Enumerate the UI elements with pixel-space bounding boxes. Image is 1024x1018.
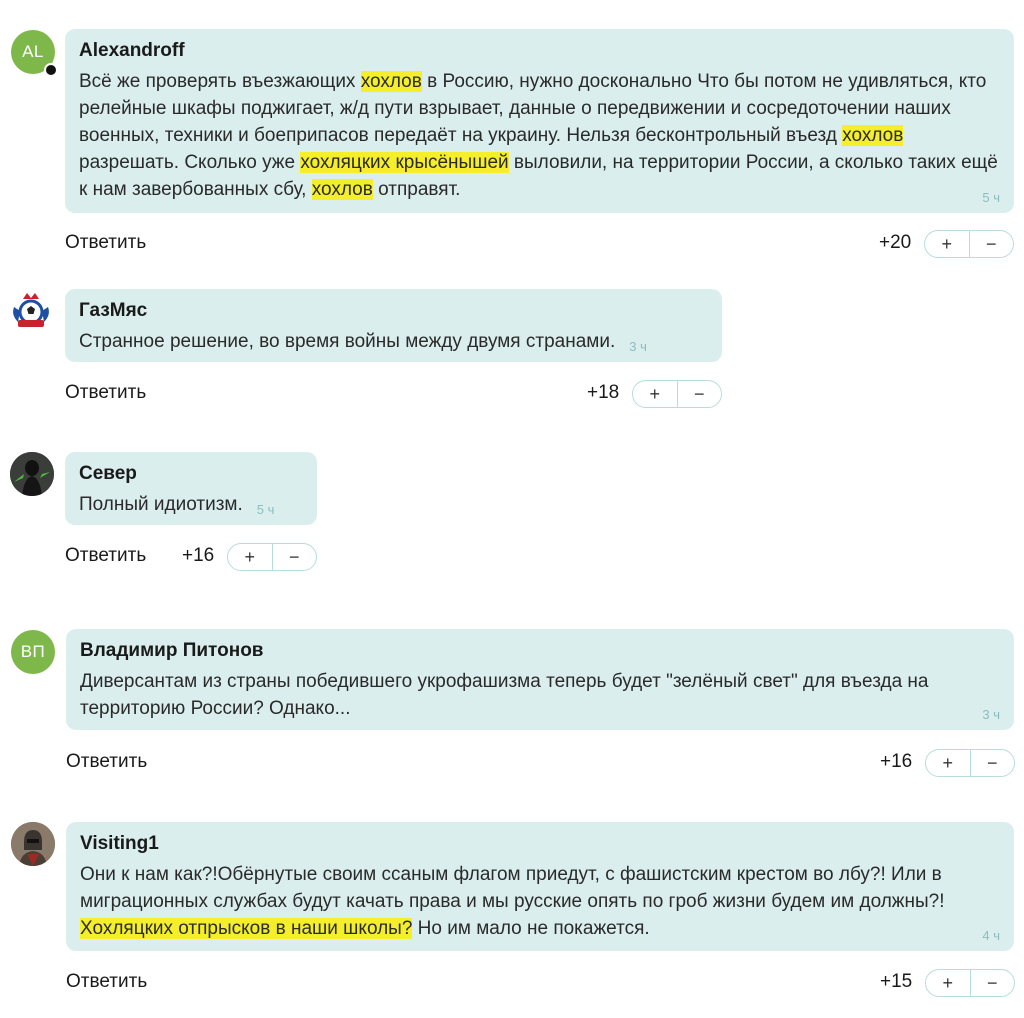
comment-text: Странное решение, во время войны между д… [79, 331, 616, 352]
vote-control: + − [925, 749, 1015, 777]
comment-text-row: Странное решение, во время войны между д… [79, 328, 708, 360]
upvote-button[interactable]: + [926, 750, 970, 776]
avatar[interactable] [11, 822, 55, 866]
downvote-button[interactable]: − [968, 231, 1014, 257]
comment-text: Они к нам как?!Обёрнутые своим ссаным фл… [80, 861, 1000, 942]
reply-button[interactable]: Ответить [66, 751, 147, 773]
text-fragment: отправят. [372, 179, 461, 200]
downvote-button[interactable]: − [676, 381, 722, 407]
reply-button[interactable]: Ответить [65, 232, 146, 254]
comment-text: Всё же проверять въезжающих хохлов в Рос… [79, 68, 1000, 203]
upvote-button[interactable]: + [633, 381, 677, 407]
comment-time: 3 ч [982, 707, 1000, 722]
vote-score: +15 [880, 971, 913, 992]
highlighted-text: Хохляцких отпрысков в наши школы? [80, 918, 413, 939]
vote-control: + − [227, 543, 317, 571]
vote-control: + − [632, 380, 722, 408]
vote-control: + − [924, 230, 1014, 258]
football-club-emblem-icon [13, 293, 49, 327]
upvote-button[interactable]: + [228, 544, 272, 570]
upvote-button[interactable]: + [926, 970, 970, 996]
highlighted-text: хохлов [311, 179, 373, 200]
upvote-button[interactable]: + [925, 231, 969, 257]
helmeted-warrior-photo-icon [11, 822, 55, 866]
comment-text: Полный идиотизм. [79, 494, 243, 515]
comment-bubble: Alexandroff Всё же проверять въезжающих … [65, 29, 1014, 213]
comment-author[interactable]: Север [79, 463, 303, 485]
vote-control: + − [925, 969, 1015, 997]
comment-time: 4 ч [982, 928, 1000, 943]
text-fragment: Но им мало не покажется. [412, 918, 650, 939]
avatar[interactable]: ВП [11, 630, 55, 674]
comment-author[interactable]: Visiting1 [80, 833, 1000, 855]
text-fragment: Всё же проверять въезжающих [79, 71, 361, 92]
comment-time: 3 ч [629, 339, 647, 354]
reply-button[interactable]: Ответить [65, 382, 146, 404]
avatar-initials: ВП [20, 642, 46, 661]
downvote-button[interactable]: − [271, 544, 317, 570]
downvote-button[interactable]: − [969, 750, 1015, 776]
online-status-icon [44, 63, 58, 77]
vote-score: +18 [587, 382, 620, 403]
vote-score: +20 [879, 232, 912, 253]
highlighted-text: хохлов [360, 71, 422, 92]
vote-score: +16 [880, 751, 913, 772]
downvote-button[interactable]: − [969, 970, 1015, 996]
comment-time: 5 ч [982, 190, 1000, 205]
avatar[interactable] [9, 289, 53, 333]
dark-figure-photo-icon [10, 452, 54, 496]
comment-author[interactable]: Владимир Питонов [80, 640, 1000, 662]
comment-author[interactable]: ГазМяс [79, 300, 708, 322]
text-fragment: Они к нам как?!Обёрнутые своим ссаным фл… [80, 864, 945, 912]
avatar-initials: AL [22, 42, 44, 61]
reply-button[interactable]: Ответить [65, 545, 146, 567]
vote-score: +16 [182, 545, 215, 566]
comment-time: 5 ч [256, 502, 275, 517]
comment-bubble: Владимир Питонов Диверсантам из страны п… [66, 629, 1014, 730]
comment-bubble: Север Полный идиотизм. 5 ч [65, 452, 317, 525]
comment-bubble: Visiting1 Они к нам как?!Обёрнутые своим… [66, 822, 1014, 951]
comment-text: Диверсантам из страны победившего укрофа… [80, 671, 929, 719]
comment-text-row: Полный идиотизм. 5 ч [79, 491, 303, 523]
comment-author[interactable]: Alexandroff [79, 40, 1000, 62]
avatar[interactable] [10, 452, 54, 496]
reply-button[interactable]: Ответить [66, 971, 147, 993]
highlighted-text: хохляцких крысёнышей [300, 152, 509, 173]
comment-bubble: ГазМяс Странное решение, во время войны … [65, 289, 722, 362]
text-fragment: разрешать. Сколько уже [79, 152, 301, 173]
highlighted-text: хохлов [842, 125, 904, 146]
